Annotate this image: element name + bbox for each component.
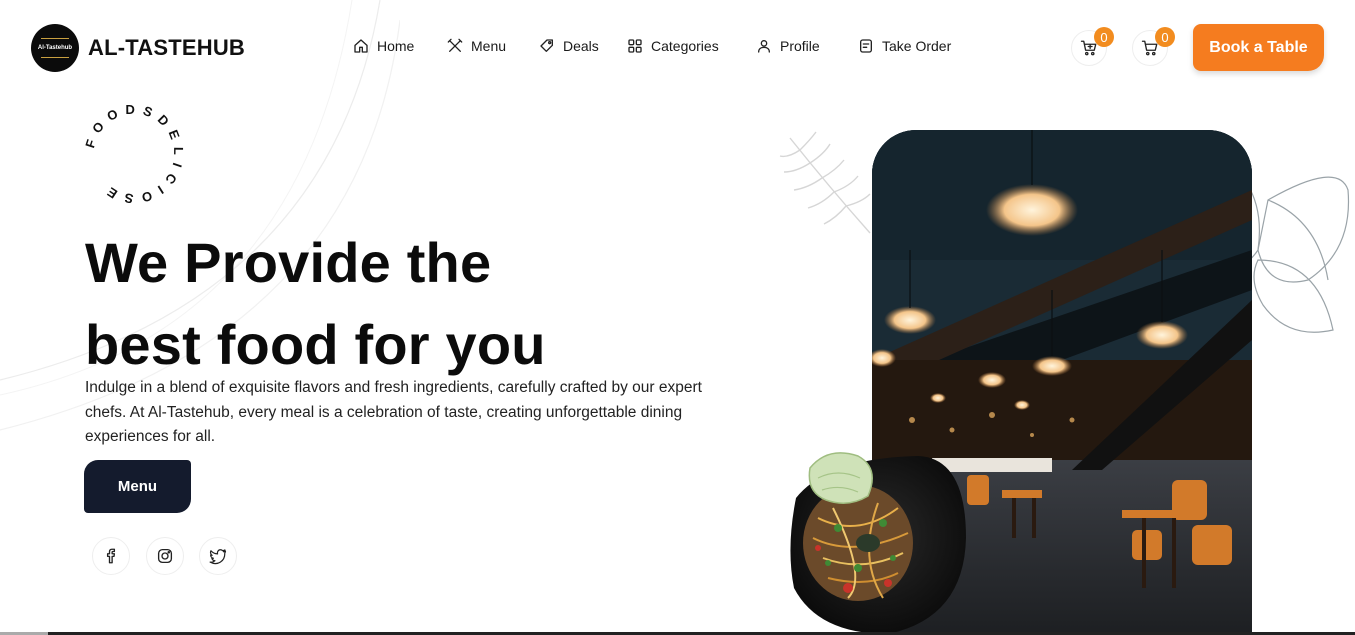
hero-title-line-1: We Provide the	[85, 231, 492, 294]
utensils-icon	[447, 38, 463, 52]
nav-item-deals[interactable]: Deals	[539, 38, 599, 54]
hero-title-line-2: best food for you	[85, 313, 546, 376]
nav-item-label: Menu	[471, 38, 507, 54]
nav-item-home[interactable]: Home	[353, 38, 414, 54]
menu-button[interactable]: Menu	[84, 460, 191, 513]
cart-button-1[interactable]: 0	[1071, 27, 1114, 66]
nav-item-label: Take Order	[882, 38, 952, 54]
cart-count-badge: 0	[1155, 27, 1175, 47]
nav-item-categories[interactable]: Categories	[627, 38, 719, 54]
brand[interactable]: Al-Tastehub AL-TASTEHUB	[31, 24, 245, 72]
grid-icon	[628, 39, 642, 53]
brand-logo-text: Al-Tastehub	[37, 45, 73, 51]
instagram-icon	[157, 548, 173, 564]
nav-item-label: Deals	[563, 38, 599, 54]
instagram-link[interactable]	[146, 537, 184, 575]
book-a-table-button[interactable]: Book a Table	[1193, 24, 1324, 71]
nav-item-label: Home	[377, 38, 415, 54]
twitter-link[interactable]	[199, 537, 237, 575]
user-icon	[758, 40, 770, 53]
nav-item-label: Categories	[651, 38, 719, 54]
nav-item-profile[interactable]: Profile	[756, 38, 820, 54]
food-dish-image	[790, 452, 966, 634]
home-icon	[354, 39, 368, 53]
leaf-decoration-left	[779, 131, 871, 234]
hero-description: Indulge in a blend of exquisite flavors …	[85, 379, 702, 445]
svg-text:FOODSDELICIOSE: FOODSDELICIOSE	[82, 102, 186, 207]
circular-text: FOODSDELICIOSE	[82, 102, 179, 207]
nav-item-menu[interactable]: Menu	[447, 38, 506, 54]
nav-item-label: Profile	[780, 38, 820, 54]
brand-logo: Al-Tastehub	[31, 24, 79, 72]
cart-count-badge: 0	[1094, 27, 1114, 47]
brand-name: AL-TASTEHUB	[88, 35, 245, 60]
cart-button-2[interactable]: 0	[1132, 27, 1175, 66]
tag-icon	[540, 39, 553, 52]
facebook-link[interactable]	[92, 537, 130, 575]
facebook-icon	[106, 548, 116, 564]
nav-item-take-order[interactable]: Take Order	[858, 38, 951, 54]
order-icon	[860, 39, 872, 53]
circular-text-badge: FOODSDELICIOSE	[82, 102, 186, 207]
twitter-icon	[209, 549, 227, 565]
hero-title: We Provide the best food for you	[85, 222, 546, 386]
